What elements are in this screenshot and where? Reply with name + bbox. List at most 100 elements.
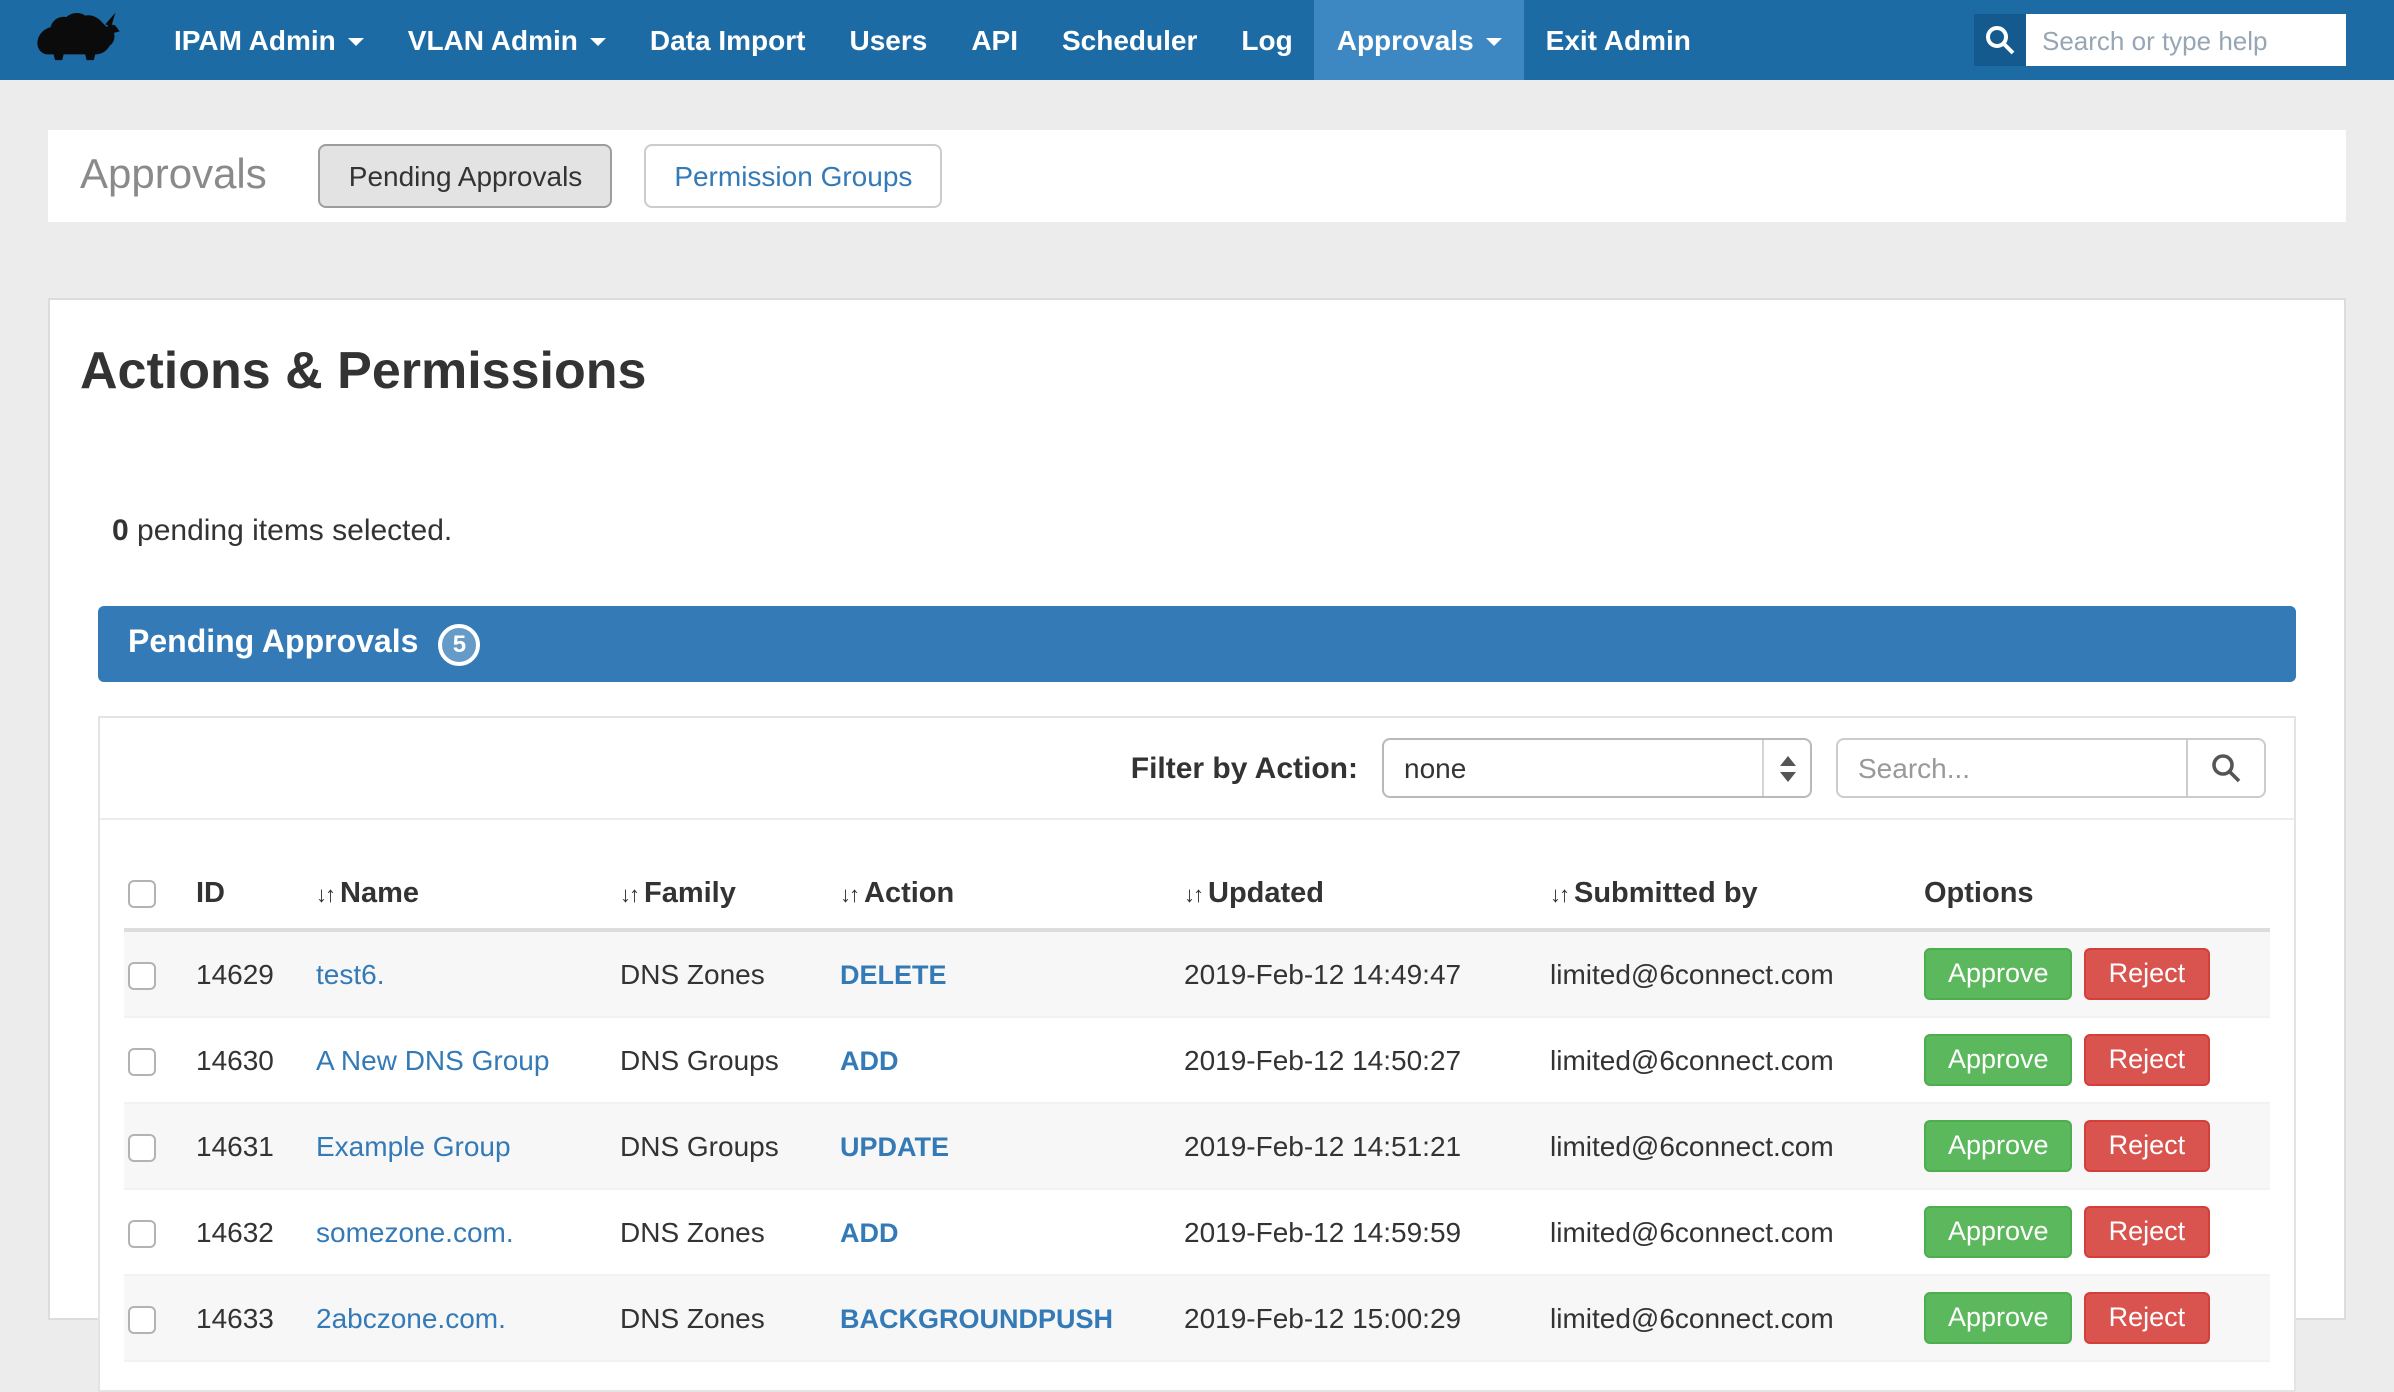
cell-family: DNS Groups (608, 1017, 828, 1103)
nav-item-data-import[interactable]: Data Import (628, 0, 828, 80)
table-search-button[interactable] (2188, 738, 2266, 798)
reject-button[interactable]: Reject (2085, 1206, 2210, 1258)
nav-item-users[interactable]: Users (827, 0, 949, 80)
col-header-submitted-by[interactable]: ↓↑Submitted by (1538, 860, 1912, 930)
nav-item-label: API (971, 24, 1018, 56)
approve-button[interactable]: Approve (1924, 1034, 2073, 1086)
action-filter-select[interactable]: none (1382, 738, 1812, 798)
row-name-link[interactable]: Example Group (316, 1130, 511, 1162)
cell-updated: 2019-Feb-12 14:51:21 (1172, 1103, 1538, 1189)
nav-item-label: IPAM Admin (174, 24, 336, 56)
selected-text: pending items selected. (129, 514, 453, 548)
search-icon (2210, 752, 2242, 784)
panel-title: Pending Approvals (128, 626, 418, 662)
table-header-row: ID ↓↑Name ↓↑Family ↓↑Action ↓↑Updated ↓↑… (124, 860, 2270, 930)
approve-button[interactable]: Approve (1924, 1292, 2073, 1344)
cell-submitted-by: limited@6connect.com (1538, 1189, 1912, 1275)
page: IPAM Admin VLAN Admin Data Import Users … (0, 0, 2394, 1334)
cell-id: 14630 (184, 1017, 304, 1103)
cell-updated: 2019-Feb-12 14:59:59 (1172, 1189, 1538, 1275)
cell-submitted-by: limited@6connect.com (1538, 1275, 1912, 1361)
cell-action: ADD (828, 1017, 1172, 1103)
approve-button[interactable]: Approve (1924, 1206, 2073, 1258)
approve-button[interactable]: Approve (1924, 948, 2073, 1000)
navbar-search (1974, 14, 2346, 66)
col-header-action[interactable]: ↓↑Action (828, 860, 1172, 930)
row-checkbox[interactable] (128, 1220, 156, 1248)
reject-button[interactable]: Reject (2085, 948, 2210, 1000)
col-header-updated[interactable]: ↓↑Updated (1172, 860, 1538, 930)
cell-family: DNS Zones (608, 930, 828, 1017)
cell-id: 14633 (184, 1275, 304, 1361)
logo-rhino-icon[interactable] (32, 10, 124, 70)
row-checkbox[interactable] (128, 1134, 156, 1162)
sort-icon: ↓↑ (1550, 884, 1568, 908)
nav-item-vlan-admin[interactable]: VLAN Admin (386, 0, 628, 80)
top-navbar: IPAM Admin VLAN Admin Data Import Users … (0, 0, 2394, 80)
row-name-link[interactable]: somezone.com. (316, 1216, 514, 1248)
sort-icon: ↓↑ (1184, 884, 1202, 908)
nav-item-ipam-admin[interactable]: IPAM Admin (152, 0, 386, 80)
nav-item-scheduler[interactable]: Scheduler (1040, 0, 1219, 80)
cell-id: 14631 (184, 1103, 304, 1189)
reject-button[interactable]: Reject (2085, 1034, 2210, 1086)
cell-submitted-by: limited@6connect.com (1538, 1017, 1912, 1103)
search-icon[interactable] (1974, 14, 2026, 66)
cell-family: DNS Groups (608, 1103, 828, 1189)
nav-item-exit-admin[interactable]: Exit Admin (1524, 0, 1713, 80)
table-row: 14631 Example Group DNS Groups UPDATE 20… (124, 1103, 2270, 1189)
col-header-name[interactable]: ↓↑Name (304, 860, 608, 930)
row-checkbox[interactable] (128, 962, 156, 990)
cell-action: ADD (828, 1189, 1172, 1275)
pending-approvals-panel: Filter by Action: none (98, 716, 2296, 1392)
nav-item-label: Users (849, 24, 927, 56)
nav-item-approvals[interactable]: Approvals (1315, 0, 1524, 80)
chevron-down-icon (348, 38, 364, 46)
cell-action: UPDATE (828, 1103, 1172, 1189)
nav-item-label: Exit Admin (1546, 24, 1691, 56)
pending-approvals-button[interactable]: Pending Approvals (319, 144, 613, 208)
section-title: Actions & Permissions (50, 300, 2344, 402)
actions-permissions-card: Actions & Permissions 0 pending items se… (48, 298, 2346, 1320)
sort-icon: ↓↑ (840, 884, 858, 908)
chevron-down-icon (1486, 38, 1502, 46)
chevron-down-icon (590, 38, 606, 46)
cell-family: DNS Zones (608, 1189, 828, 1275)
col-header-family[interactable]: ↓↑Family (608, 860, 828, 930)
cell-action: BACKGROUNDPUSH (828, 1275, 1172, 1361)
cell-submitted-by: limited@6connect.com (1538, 1103, 1912, 1189)
approve-button[interactable]: Approve (1924, 1120, 2073, 1172)
page-title: Approvals (80, 152, 267, 200)
cell-action: DELETE (828, 930, 1172, 1017)
table-search-group (1836, 738, 2266, 798)
nav-item-label: Log (1241, 24, 1292, 56)
nav-item-api[interactable]: API (949, 0, 1040, 80)
selected-count: 0 (112, 514, 129, 548)
row-name-link[interactable]: 2abczone.com. (316, 1302, 506, 1334)
select-value: none (1404, 752, 1466, 784)
nav-menu: IPAM Admin VLAN Admin Data Import Users … (152, 0, 1713, 80)
help-search-input[interactable] (2026, 14, 2346, 66)
row-name-link[interactable]: A New DNS Group (316, 1044, 549, 1076)
reject-button[interactable]: Reject (2085, 1120, 2210, 1172)
cell-updated: 2019-Feb-12 15:00:29 (1172, 1275, 1538, 1361)
table-search-input[interactable] (1836, 738, 2188, 798)
pending-approvals-panel-header: Pending Approvals 5 (98, 606, 2296, 682)
select-arrows-icon (1762, 740, 1810, 796)
subheader: Approvals Pending Approvals Permission G… (48, 130, 2346, 222)
reject-button[interactable]: Reject (2085, 1292, 2210, 1344)
table-row: 14632 somezone.com. DNS Zones ADD 2019-F… (124, 1189, 2270, 1275)
nav-item-log[interactable]: Log (1219, 0, 1314, 80)
nav-item-label: Scheduler (1062, 24, 1197, 56)
table-row: 14630 A New DNS Group DNS Groups ADD 201… (124, 1017, 2270, 1103)
row-checkbox[interactable] (128, 1306, 156, 1334)
row-name-link[interactable]: test6. (316, 958, 385, 990)
row-checkbox[interactable] (128, 1048, 156, 1076)
nav-item-label: VLAN Admin (408, 24, 578, 56)
cell-updated: 2019-Feb-12 14:49:47 (1172, 930, 1538, 1017)
permission-groups-button[interactable]: Permission Groups (644, 144, 942, 208)
filter-row: Filter by Action: none (100, 718, 2294, 820)
cell-family: DNS Zones (608, 1275, 828, 1361)
select-all-checkbox[interactable] (128, 880, 156, 908)
sort-icon: ↓↑ (316, 884, 334, 908)
